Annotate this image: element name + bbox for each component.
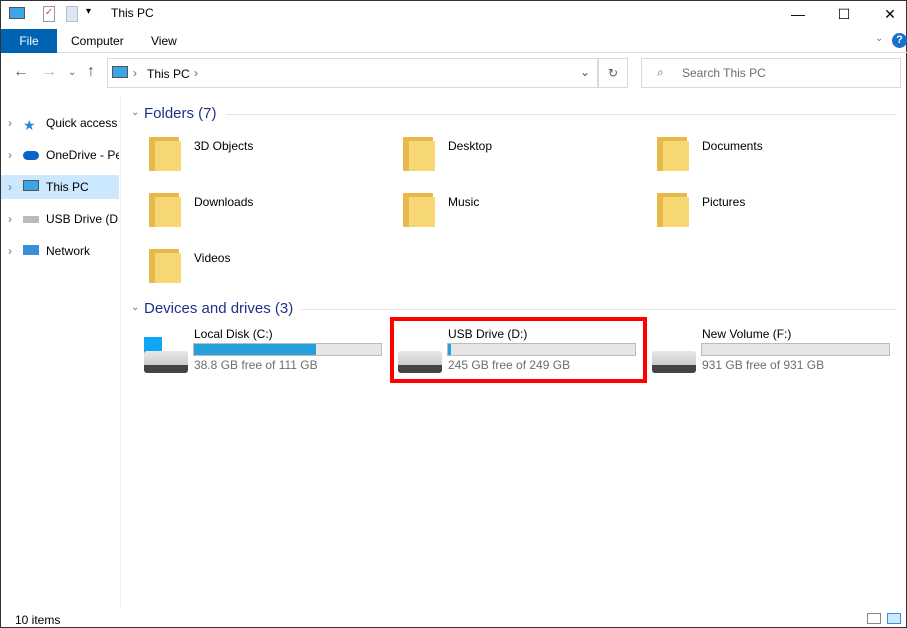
folder-icon (655, 189, 691, 229)
folder-icon (147, 189, 183, 229)
title-bar: ✓ ▾ This PC — ☐ ✕ (1, 1, 907, 29)
drive-local-disk-c[interactable]: Local Disk (C:) 38.8 GB free of 111 GB (141, 321, 391, 377)
refresh-button[interactable]: ↻ (598, 58, 628, 88)
collapse-folders-icon[interactable]: ⌄ (131, 107, 139, 118)
nav-item-onedrive[interactable]: › OneDrive - Pe (1, 143, 119, 167)
search-input[interactable]: ⌕ Search This PC (641, 58, 901, 88)
help-icon[interactable]: ? (892, 33, 907, 48)
tab-computer[interactable]: Computer (71, 29, 124, 53)
network-icon (23, 245, 39, 255)
window-title: This PC (111, 6, 154, 20)
this-pc-icon (112, 66, 128, 78)
star-icon: ★ (23, 117, 36, 133)
drive-icon (144, 351, 188, 373)
status-item-count: 10 items (15, 613, 61, 627)
drive-icon (652, 351, 696, 373)
folder-label: Documents (702, 139, 763, 153)
address-bar[interactable]: › This PC › ⌄ (107, 58, 598, 88)
up-button[interactable]: ↑ (87, 63, 95, 81)
breadcrumb-separator[interactable]: › (133, 66, 137, 80)
folder-videos[interactable]: Videos (147, 243, 387, 289)
nav-item-quick-access[interactable]: › ★ Quick access (1, 111, 119, 135)
drive-name: New Volume (F:) (702, 327, 792, 341)
folder-desktop[interactable]: Desktop (401, 131, 641, 177)
search-icon: ⌕ (657, 65, 664, 79)
drive-free-space: 931 GB free of 931 GB (702, 358, 825, 372)
folder-label: Pictures (702, 195, 746, 209)
this-pc-icon (9, 7, 25, 19)
navigation-pane: › ★ Quick access › OneDrive - Pe › This PC ›… (1, 96, 121, 608)
new-folder-icon[interactable] (66, 6, 78, 22)
drive-new-volume-f[interactable]: New Volume (F:) 931 GB free of 931 GB (649, 321, 899, 377)
back-button[interactable]: ← (13, 63, 29, 81)
folder-icon (147, 245, 183, 285)
group-divider (226, 114, 896, 115)
drive-name: Local Disk (C:) (194, 327, 273, 341)
folder-label: Videos (194, 251, 231, 265)
tab-file[interactable]: File (1, 29, 57, 53)
folder-downloads[interactable]: Downloads (147, 187, 387, 233)
large-icons-view-button[interactable] (887, 613, 901, 624)
folder-music[interactable]: Music (401, 187, 641, 233)
properties-icon[interactable]: ✓ (43, 6, 55, 22)
close-button[interactable]: ✕ (867, 1, 907, 29)
recent-locations-icon[interactable]: ⌄ (68, 67, 76, 78)
address-dropdown-icon[interactable]: ⌄ (580, 65, 590, 79)
drive-free-space: 38.8 GB free of 111 GB (194, 358, 318, 372)
folder-documents[interactable]: Documents (655, 131, 895, 177)
breadcrumb-separator[interactable]: › (194, 66, 198, 80)
forward-button[interactable]: → (41, 63, 57, 81)
folder-icon (655, 133, 691, 173)
drive-usage-bar (701, 343, 890, 356)
folder-pictures[interactable]: Pictures (655, 187, 895, 233)
folder-icon (401, 189, 437, 229)
tab-view[interactable]: View (151, 29, 177, 53)
breadcrumb-this-pc[interactable]: This PC (147, 67, 190, 81)
folder-label: Desktop (448, 139, 493, 153)
folder-icon (147, 133, 183, 173)
this-pc-icon (23, 180, 39, 191)
search-placeholder: Search This PC (682, 66, 766, 80)
nav-item-usb-drive[interactable]: › USB Drive (D:) (1, 207, 119, 231)
drives-group-header[interactable]: Devices and drives (3) (144, 300, 293, 317)
cloud-icon (23, 151, 39, 160)
ribbon: File Computer View ⌄ ? (1, 29, 907, 53)
minimize-button[interactable]: — (775, 1, 821, 29)
nav-item-this-pc[interactable]: › This PC (1, 175, 119, 199)
folder-label: Downloads (194, 195, 254, 209)
details-view-button[interactable] (867, 613, 881, 624)
folder-label: 3D Objects (194, 139, 254, 153)
customize-toolbar-icon[interactable]: ▾ (86, 6, 91, 17)
highlight-box (390, 317, 647, 383)
folder-label: Music (448, 195, 480, 209)
maximize-button[interactable]: ☐ (821, 1, 867, 29)
nav-item-network[interactable]: › Network (1, 239, 119, 263)
expand-ribbon-icon[interactable]: ⌄ (875, 33, 883, 44)
folders-group-header[interactable]: Folders (7) (144, 105, 217, 122)
drive-icon (23, 216, 39, 223)
folder-icon (401, 133, 437, 173)
drive-usage-bar (193, 343, 382, 356)
group-divider (301, 309, 896, 310)
collapse-drives-icon[interactable]: ⌄ (131, 302, 139, 313)
folder-3d-objects[interactable]: 3D Objects (147, 131, 387, 177)
